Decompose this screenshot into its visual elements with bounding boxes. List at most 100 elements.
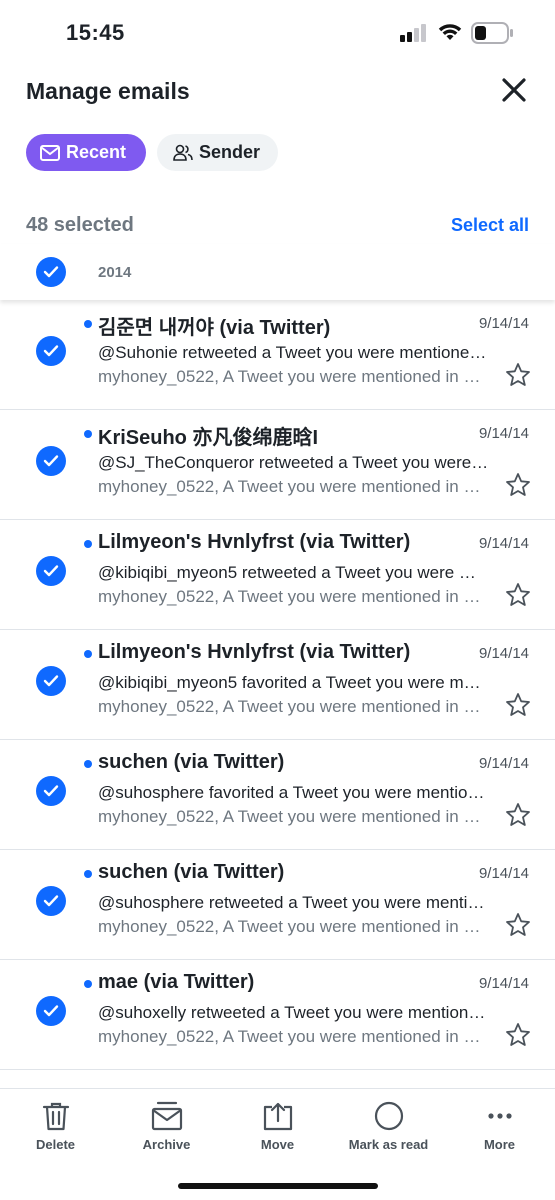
signal-icon — [400, 24, 426, 42]
header: Manage emails — [0, 70, 555, 114]
email-snippet: myhoney_0522, A Tweet you were mentioned… — [98, 367, 490, 386]
email-row[interactable]: KriSeuho 亦凡俊绵鹿晗I 9/14/14 @SJ_TheConquero… — [0, 410, 555, 520]
email-row[interactable]: 김준면 내꺼야 (via Twitter) 9/14/14 @Suhonie r… — [0, 300, 555, 410]
move-button[interactable]: Move — [222, 1089, 333, 1159]
email-checkbox[interactable] — [36, 776, 66, 806]
more-button[interactable]: More — [444, 1089, 555, 1159]
email-row[interactable]: Lilmyeon's Hvnlyfrst (via Twitter) 9/14/… — [0, 520, 555, 630]
email-date: 9/14/14 — [478, 755, 529, 772]
unread-indicator — [84, 870, 92, 878]
move-label: Move — [260, 1137, 295, 1152]
recent-filter-label: Recent — [66, 142, 127, 162]
email-snippet: myhoney_0522, A Tweet you were mentioned… — [98, 697, 490, 716]
email-checkbox[interactable] — [36, 336, 66, 366]
email-subject: @suhosphere retweeted a Tweet you were m… — [98, 893, 490, 912]
email-subject: @Suhonie retweeted a Tweet you were ment… — [98, 343, 490, 362]
email-sender: suchen (via Twitter) — [98, 751, 285, 773]
checkmark-icon — [43, 266, 59, 278]
star-icon[interactable] — [505, 582, 531, 608]
email-snippet: myhoney_0522, A Tweet you were mentioned… — [98, 917, 490, 936]
email-snippet: myhoney_0522, A Tweet you were mentioned… — [98, 477, 490, 496]
email-date: 9/14/14 — [478, 425, 529, 442]
partially-hidden-row — [0, 1070, 555, 1088]
email-subject: @suhosphere favorited a Tweet you were m… — [98, 783, 490, 802]
email-sender: suchen (via Twitter) — [98, 861, 285, 883]
mail-icon — [40, 144, 60, 161]
unread-indicator — [84, 980, 92, 988]
trash-icon — [42, 1102, 69, 1131]
email-date: 9/14/14 — [478, 535, 529, 552]
email-date: 9/14/14 — [478, 645, 529, 662]
email-date: 9/14/14 — [478, 975, 529, 992]
email-checkbox[interactable] — [36, 996, 66, 1026]
email-sender: 김준면 내꺼야 (via Twitter) — [98, 317, 331, 339]
more-label: More — [483, 1137, 516, 1152]
page-title: Manage emails — [26, 78, 190, 104]
mark-read-icon — [374, 1101, 403, 1131]
mark-as-read-button[interactable]: Mark as read — [333, 1089, 444, 1159]
email-snippet: myhoney_0522, A Tweet you were mentioned… — [98, 587, 490, 606]
battery-icon — [471, 22, 513, 44]
email-snippet: myhoney_0522, A Tweet you were mentioned… — [98, 807, 490, 826]
unread-indicator — [84, 320, 92, 328]
email-sender: mae (via Twitter) — [98, 971, 255, 993]
email-date: 9/14/14 — [478, 315, 529, 332]
checkmark-icon — [43, 895, 59, 907]
unread-indicator — [84, 760, 92, 768]
email-sender: KriSeuho 亦凡俊绵鹿晗I — [98, 427, 319, 449]
star-icon[interactable] — [505, 362, 531, 388]
checkmark-icon — [43, 1005, 59, 1017]
star-icon[interactable] — [505, 802, 531, 828]
email-row[interactable]: suchen (via Twitter) 9/14/14 @suhosphere… — [0, 850, 555, 960]
unread-indicator — [84, 540, 92, 548]
email-checkbox[interactable] — [36, 446, 66, 476]
move-icon — [263, 1102, 292, 1131]
email-subject: @SJ_TheConqueror retweeted a Tweet you w… — [98, 453, 490, 472]
star-icon[interactable] — [505, 1022, 531, 1048]
year-group-checkbox[interactable] — [36, 257, 66, 287]
checkmark-icon — [43, 675, 59, 687]
archive-icon — [151, 1101, 182, 1131]
email-subject: @kibiqibi_myeon5 retweeted a Tweet you w… — [98, 563, 490, 582]
delete-label: Delete — [35, 1137, 76, 1152]
close-icon — [502, 78, 526, 102]
email-checkbox[interactable] — [36, 556, 66, 586]
email-sender: Lilmyeon's Hvnlyfrst (via Twitter) — [98, 531, 411, 553]
star-icon[interactable] — [505, 472, 531, 498]
email-row[interactable]: mae (via Twitter) 9/14/14 @suhoxelly ret… — [0, 960, 555, 1070]
checkmark-icon — [43, 345, 59, 357]
email-list: 김준면 내꺼야 (via Twitter) 9/14/14 @Suhonie r… — [0, 300, 555, 1088]
year-group-header: 2014 — [0, 244, 555, 300]
wifi-icon — [438, 24, 462, 40]
email-date: 9/14/14 — [478, 865, 529, 882]
archive-label: Archive — [142, 1137, 191, 1152]
email-snippet: myhoney_0522, A Tweet you were mentioned… — [98, 1027, 490, 1046]
status-time: 15:45 — [66, 20, 125, 45]
close-button[interactable] — [498, 74, 530, 106]
unread-indicator — [84, 650, 92, 658]
more-icon — [487, 1113, 512, 1119]
selection-summary: 48 selected Select all — [0, 206, 555, 242]
archive-button[interactable]: Archive — [111, 1089, 222, 1159]
email-checkbox[interactable] — [36, 886, 66, 916]
delete-button[interactable]: Delete — [0, 1089, 111, 1159]
email-subject: @kibiqibi_myeon5 favorited a Tweet you w… — [98, 673, 490, 692]
year-label: 2014 — [98, 264, 132, 281]
select-all-button[interactable]: Select all — [451, 215, 529, 236]
star-icon[interactable] — [505, 692, 531, 718]
email-row[interactable]: suchen (via Twitter) 9/14/14 @suhosphere… — [0, 740, 555, 850]
selected-count: 48 selected — [26, 214, 134, 236]
home-indicator — [178, 1183, 378, 1189]
star-icon[interactable] — [505, 912, 531, 938]
unread-indicator — [84, 430, 92, 438]
checkmark-icon — [43, 565, 59, 577]
checkmark-icon — [43, 455, 59, 467]
email-sender: Lilmyeon's Hvnlyfrst (via Twitter) — [98, 641, 411, 663]
email-checkbox[interactable] — [36, 666, 66, 696]
email-row[interactable]: Lilmyeon's Hvnlyfrst (via Twitter) 9/14/… — [0, 630, 555, 740]
email-subject: @suhoxelly retweeted a Tweet you were me… — [98, 1003, 490, 1022]
mark-as-read-label: Mark as read — [348, 1137, 429, 1152]
sender-filter-label: Sender — [199, 142, 261, 162]
sender-filter-chip[interactable]: Sender — [157, 134, 278, 171]
recent-filter-chip[interactable]: Recent — [26, 134, 146, 171]
